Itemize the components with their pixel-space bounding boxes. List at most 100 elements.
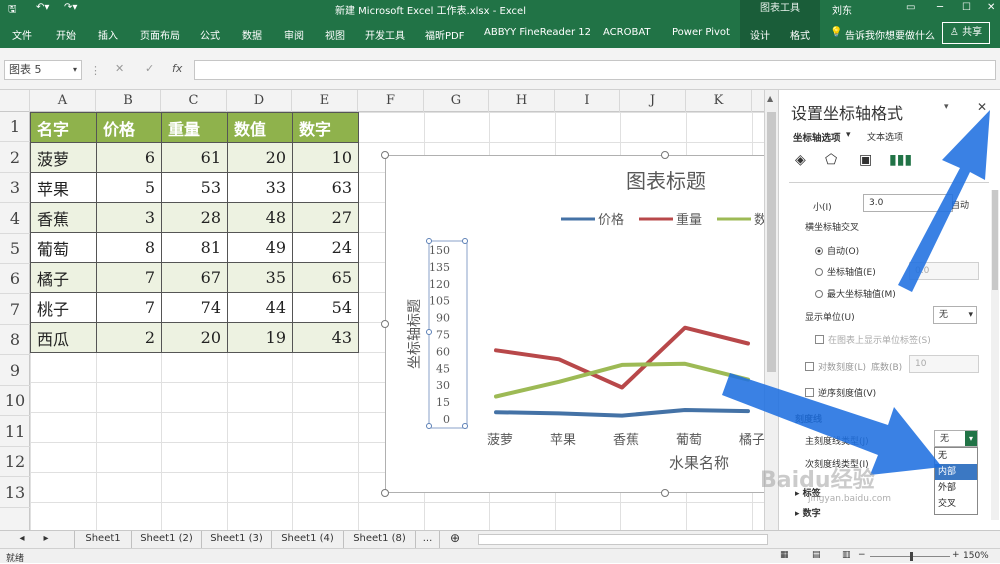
resize-handle[interactable] (661, 489, 669, 497)
cell[interactable]: 2 (96, 322, 162, 353)
bar-chart-icon[interactable]: ▮▮▮ (889, 152, 912, 168)
cancel-icon[interactable]: ✕ (115, 62, 124, 75)
col-header[interactable]: B (96, 90, 161, 112)
tab-text-options[interactable]: 文本选项 (867, 130, 903, 143)
cell[interactable]: 香蕉 (30, 202, 97, 233)
row-header[interactable]: 2 (0, 142, 30, 173)
scroll-up-icon[interactable]: ▲ (767, 94, 773, 103)
col-header[interactable]: D (227, 90, 292, 112)
dropdown-option[interactable]: 外部 (935, 480, 977, 496)
tab-acrobat[interactable]: ACROBAT (603, 27, 651, 38)
share-button[interactable]: ♙ 共享 (942, 22, 990, 44)
row-header[interactable]: 7 (0, 294, 30, 325)
display-units-select[interactable]: 无 ▾ (933, 306, 977, 324)
name-box[interactable]: 图表 5 ▾ (4, 60, 82, 80)
col-header[interactable]: F (358, 90, 424, 112)
row-header[interactable]: 6 (0, 264, 30, 294)
formula-input[interactable] (194, 60, 996, 80)
next-sheet-icon[interactable]: ▸ (38, 531, 54, 548)
resize-handle[interactable] (661, 151, 669, 159)
min-auto-label[interactable]: 自动 (951, 198, 969, 211)
cell[interactable]: 7 (96, 292, 162, 323)
header-cell[interactable]: 价格 (96, 112, 162, 143)
radio-axis-value[interactable]: 坐标轴值(E) (815, 265, 876, 278)
base-input[interactable]: 10 (909, 355, 979, 373)
tab-file[interactable]: 文件 (12, 27, 32, 42)
zoom-slider[interactable] (870, 552, 950, 561)
sheet-tab[interactable]: Sheet1 (8) (344, 531, 416, 548)
log-scale-checkbox[interactable]: 对数刻度(L) (805, 360, 866, 373)
tab-insert[interactable]: 插入 (98, 27, 118, 42)
cell[interactable]: 西瓜 (30, 322, 97, 353)
undo-icon[interactable]: ↶▾ (36, 2, 49, 13)
header-cell[interactable]: 重量 (161, 112, 228, 143)
cell[interactable]: 54 (292, 292, 359, 323)
maximize-icon[interactable]: ☐ (962, 2, 971, 13)
tab-review[interactable]: 审阅 (284, 27, 304, 42)
cell[interactable]: 10 (292, 142, 359, 173)
cell[interactable]: 27 (292, 202, 359, 233)
row-header[interactable]: 4 (0, 203, 30, 234)
dropdown-option[interactable]: 内部 (935, 464, 977, 480)
cell[interactable]: 61 (161, 142, 228, 173)
scroll-thumb[interactable] (767, 112, 776, 372)
window-close-icon[interactable]: ✕ (987, 2, 995, 13)
cell[interactable]: 苹果 (30, 172, 97, 203)
chevron-down-icon[interactable]: ▾ (968, 307, 973, 323)
tell-me-box[interactable]: 告诉我你想要做什么 (845, 27, 935, 42)
pentagon-icon[interactable]: ⬠ (825, 152, 837, 168)
cell[interactable]: 8 (96, 232, 162, 263)
pane-scroll-thumb[interactable] (992, 190, 998, 290)
tick-marks-section[interactable]: 刻度线 (795, 412, 822, 425)
row-header[interactable]: 9 (0, 355, 30, 386)
chevron-down-icon[interactable]: ▾ (846, 130, 851, 140)
cell[interactable]: 65 (292, 262, 359, 293)
tab-developer[interactable]: 开发工具 (365, 27, 405, 42)
row-header[interactable]: 12 (0, 447, 30, 477)
cell[interactable]: 33 (227, 172, 293, 203)
zoom-out-icon[interactable]: − (858, 550, 866, 560)
fx-icon[interactable]: fx (172, 62, 182, 75)
cell[interactable]: 24 (292, 232, 359, 263)
col-header[interactable]: C (161, 90, 227, 112)
fill-bucket-icon[interactable]: ◈ (795, 152, 806, 168)
cell[interactable]: 19 (227, 322, 293, 353)
cell[interactable]: 49 (227, 232, 293, 263)
select-all-corner[interactable] (0, 90, 30, 112)
col-header[interactable]: H (489, 90, 555, 112)
row-header[interactable]: 11 (0, 416, 30, 447)
tab-data[interactable]: 数据 (242, 27, 262, 42)
tab-abbyy[interactable]: ABBYY FineReader 12 (484, 27, 591, 38)
cell[interactable]: 67 (161, 262, 228, 293)
cell[interactable]: 6 (96, 142, 162, 173)
cell[interactable]: 28 (161, 202, 228, 233)
min-input[interactable]: 3.0 (863, 194, 953, 212)
save-icon[interactable]: 🖫 (8, 2, 17, 19)
chevron-down-icon[interactable]: ▾ (73, 61, 77, 79)
cell[interactable]: 菠萝 (30, 142, 97, 173)
sheet-tab[interactable]: Sheet1 (3) (202, 531, 272, 548)
sheet-tab[interactable]: Sheet1 (74, 531, 132, 548)
row-header[interactable]: 1 (0, 112, 30, 142)
resize-handle[interactable] (381, 489, 389, 497)
chevron-down-icon[interactable]: ▾ (965, 431, 977, 446)
zoom-slider-thumb[interactable] (910, 552, 913, 561)
numbers-section[interactable]: ▸ 数字 (795, 506, 821, 519)
cell[interactable]: 葡萄 (30, 232, 97, 263)
tab-page-layout[interactable]: 页面布局 (140, 27, 180, 42)
cell[interactable]: 橘子 (30, 262, 97, 293)
radio-auto[interactable]: 自动(O) (815, 244, 859, 257)
tab-axis-options[interactable]: 坐标轴选项 (793, 130, 841, 144)
row-header[interactable]: 10 (0, 386, 30, 416)
pane-scrollbar[interactable] (991, 190, 999, 520)
col-header[interactable]: I (555, 90, 620, 112)
user-name[interactable]: 刘东 (832, 2, 852, 17)
show-units-checkbox[interactable]: 在图表上显示单位标签(S) (815, 333, 931, 346)
vertical-scrollbar[interactable]: ▲ (764, 90, 778, 530)
cell[interactable]: 20 (227, 142, 293, 173)
cell[interactable]: 74 (161, 292, 228, 323)
more-sheets[interactable]: ... (416, 531, 440, 548)
size-properties-icon[interactable]: ▣ (859, 152, 872, 168)
tab-design[interactable]: 设计 (750, 27, 770, 42)
dropdown-option[interactable]: 无 (935, 448, 977, 464)
